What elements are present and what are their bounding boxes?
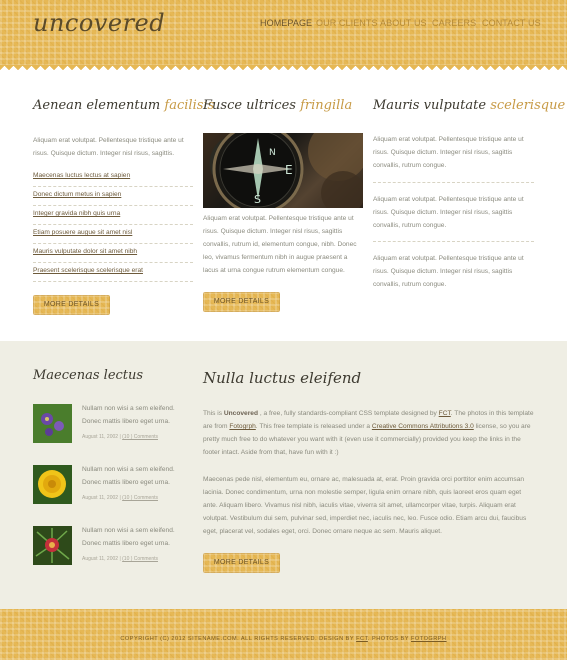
footer-photos-link[interactable]: FOTOGRPH — [411, 636, 447, 642]
purple-flower-icon — [33, 404, 72, 443]
col3-title-main: Mauris vulputate — [373, 98, 487, 113]
brand-name: Uncovered — [223, 410, 258, 417]
list-item: Praesent scelerisque scelerisque erat — [33, 263, 193, 282]
yellow-flower-icon — [33, 465, 72, 504]
col3-item: Aliquam erat volutpat. Pellentesque tris… — [373, 255, 524, 288]
col3-divider — [373, 182, 534, 183]
col2-more-details-button[interactable]: MORE DETAILS — [203, 292, 280, 312]
compass-icon: E S N — [212, 133, 363, 208]
yellow-flower-icon[interactable] — [33, 465, 72, 504]
sidebar-post-meta: August 11, 2002 | (10 ) Comments — [82, 434, 158, 440]
footer-copyright: COPYRIGHT (C) 2012 SITENAME.COM. ALL RIG… — [0, 636, 567, 642]
svg-text:S: S — [254, 193, 261, 206]
red-thistle-icon[interactable] — [33, 526, 72, 565]
red-thistle-icon — [33, 526, 72, 565]
col1-link[interactable]: Mauris vulputate dolor sit amet nibh — [33, 248, 137, 255]
nav-careers[interactable]: CAREERS — [432, 18, 476, 28]
sidebar-post-text: Nullam non wisi a sem eleifend. Donec ma… — [82, 466, 175, 486]
main-nav: HOMEPAGE OUR CLIENTS ABOUT US CAREERS CO… — [0, 18, 567, 32]
post-date: August 11, 2002 — [82, 434, 119, 440]
main-paragraph-1: This is Uncovered , a free, fully standa… — [203, 407, 535, 459]
col1-link[interactable]: Integer gravida nibh quis urna — [33, 210, 120, 217]
col1-link[interactable]: Praesent scelerisque scelerisque erat — [33, 267, 143, 274]
list-item: Etiam posuere augue sit amet nisl — [33, 225, 193, 244]
list-item: Integer gravida nibh quis urna — [33, 206, 193, 225]
col3-title-highlight: scelerisque — [490, 98, 566, 113]
nav-our-clients[interactable]: OUR CLIENTS — [316, 18, 378, 28]
sidebar-post-meta: August 11, 2002 | (10 ) Comments — [82, 495, 158, 501]
col2-title-highlight: fringilla — [300, 98, 353, 113]
col1-link[interactable]: Donec dictum metus in sapien — [33, 191, 121, 198]
sidebar-title: Maecenas lectus — [33, 368, 144, 383]
col2-title: Fusce ultrices fringilla — [203, 98, 352, 113]
photos-text: . PHOTOS BY — [367, 636, 411, 642]
col1-title-main: Aenean elementum — [33, 98, 161, 113]
post-date: August 11, 2002 — [82, 495, 119, 501]
nav-homepage[interactable]: HOMEPAGE — [260, 18, 312, 28]
post-comments-link[interactable]: (10 ) Comments — [122, 495, 158, 501]
compass-photo: E S N — [203, 133, 363, 208]
site-header: uncovered HOMEPAGE OUR CLIENTS ABOUT US … — [0, 0, 567, 72]
post-comments-link[interactable]: (10 ) Comments — [122, 434, 158, 440]
col1-more-details-button[interactable]: MORE DETAILS — [33, 295, 110, 315]
main-more-details-button[interactable]: MORE DETAILS — [203, 553, 280, 573]
svg-text:N: N — [269, 148, 276, 158]
p1-text: . This free template is released under a — [255, 423, 372, 430]
post-comments-link[interactable]: (10 ) Comments — [122, 556, 158, 562]
site-footer: COPYRIGHT (C) 2012 SITENAME.COM. ALL RIG… — [0, 609, 567, 660]
main-paragraph-2: Maecenas pede nisl, elementum eu, ornare… — [203, 476, 527, 535]
col1-link[interactable]: Maecenas luctus lectus at sapien — [33, 172, 130, 179]
sidebar-post-text: Nullam non wisi a sem eleifend. Donec ma… — [82, 527, 175, 547]
col1-text: Aliquam erat volutpat. Pellentesque tris… — [33, 137, 184, 157]
main-title: Nulla luctus eleifend — [203, 369, 362, 387]
col2-title-main: Fusce ultrices — [203, 98, 296, 113]
col3-item: Aliquam erat volutpat. Pellentesque tris… — [373, 136, 524, 169]
col2-text: Aliquam erat volutpat. Pellentesque tris… — [203, 215, 357, 274]
license-link[interactable]: Creative Commons Attributions 3.0 — [372, 423, 474, 430]
p1-text: This is — [203, 410, 224, 417]
header-zigzag-edge — [0, 65, 567, 72]
list-item: Mauris vulputate dolor sit amet nibh — [33, 244, 193, 263]
col3-divider — [373, 241, 534, 242]
fotogrph-link[interactable]: Fotogrph — [229, 423, 255, 430]
col3-title: Mauris vulputate scelerisque — [373, 98, 565, 113]
list-item: Maecenas luctus lectus at sapien — [33, 168, 193, 187]
col3-item: Aliquam erat volutpat. Pellentesque tris… — [373, 196, 524, 229]
nav-about-us[interactable]: ABOUT US — [380, 18, 427, 28]
col1-link[interactable]: Etiam posuere augue sit amet nisl — [33, 229, 132, 236]
sidebar-post-meta: August 11, 2002 | (10 ) Comments — [82, 556, 158, 562]
list-item: Donec dictum metus in sapien — [33, 187, 193, 206]
sidebar-post-text: Nullam non wisi a sem eleifend. Donec ma… — [82, 405, 175, 425]
nav-contact-us[interactable]: CONTACT US — [482, 18, 541, 28]
fct-link[interactable]: FCT — [439, 410, 451, 417]
footer-design-link[interactable]: FCT — [356, 636, 368, 642]
copyright-text: COPYRIGHT (C) 2012 SITENAME.COM. ALL RIG… — [120, 636, 357, 642]
p1-text: , a free, fully standards-compliant CSS … — [257, 410, 439, 417]
col1-link-list: Maecenas luctus lectus at sapien Donec d… — [33, 168, 193, 282]
purple-flower-icon[interactable] — [33, 404, 72, 443]
svg-text:E: E — [285, 163, 293, 177]
post-date: August 11, 2002 — [82, 556, 119, 562]
col1-title: Aenean elementum facilisis — [33, 98, 214, 113]
